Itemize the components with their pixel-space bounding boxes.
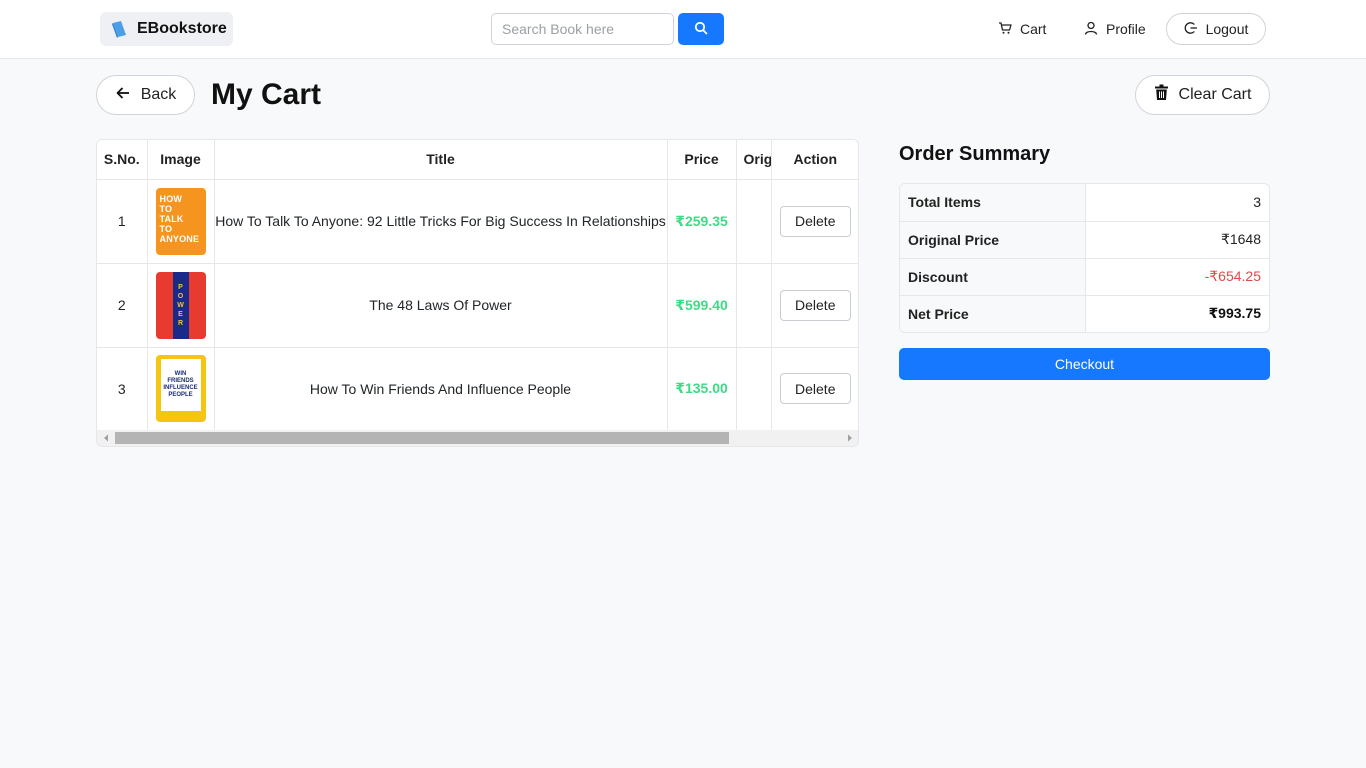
column-header-sno: S.No. — [97, 140, 148, 180]
checkout-button[interactable]: Checkout — [899, 348, 1270, 380]
user-icon — [1084, 21, 1098, 38]
logout-button[interactable]: Logout — [1166, 13, 1266, 45]
row-sno: 3 — [97, 347, 148, 430]
cart-table-container: S.No. Image Title Price Orig Action 1 HO… — [96, 139, 859, 447]
nav-profile-link[interactable]: Profile — [1084, 14, 1146, 44]
row-original-price — [736, 179, 772, 264]
search-button[interactable] — [678, 13, 724, 45]
table-header-row: S.No. Image Title Price Orig Action — [97, 140, 858, 180]
scroll-left-arrow-icon[interactable] — [99, 430, 113, 446]
logout-label: Logout — [1205, 21, 1249, 37]
nav-cart-label: Cart — [1020, 21, 1047, 37]
back-button[interactable]: Back — [96, 75, 195, 115]
brand-name: EBookstore — [137, 20, 227, 37]
summary-row: Original Price ₹1648 — [900, 221, 1269, 259]
search-icon — [694, 21, 708, 38]
row-sno: 2 — [97, 263, 148, 348]
summary-label: Net Price — [900, 295, 1086, 332]
nav-cart-link[interactable]: Cart — [998, 14, 1046, 44]
summary-value-net-price: ₹993.75 — [1208, 305, 1261, 322]
navbar: EBookstore Cart Profile Logout — [0, 0, 1366, 59]
scrollbar-thumb[interactable] — [115, 432, 729, 444]
column-header-price: Price — [667, 140, 737, 180]
clear-cart-button[interactable]: Clear Cart — [1135, 75, 1270, 115]
column-header-action: Action — [771, 140, 858, 180]
arrow-left-icon — [115, 85, 131, 106]
summary-label: Discount — [900, 258, 1086, 296]
book-cover-image: P O W E R — [155, 271, 206, 339]
row-price: ₹259.35 — [667, 179, 737, 264]
clear-cart-label: Clear Cart — [1178, 86, 1252, 103]
summary-label: Total Items — [900, 184, 1086, 222]
column-header-image: Image — [147, 140, 215, 180]
summary-row: Total Items 3 — [900, 184, 1269, 222]
table-row: 2 P O W E R The 48 Laws Of Power ₹599.40 — [97, 263, 858, 348]
cart-table: S.No. Image Title Price Orig Action 1 HO… — [97, 140, 858, 430]
logout-icon — [1184, 21, 1198, 38]
trash-icon — [1154, 84, 1169, 106]
row-title: How To Win Friends And Influence People — [214, 347, 668, 430]
horizontal-scrollbar[interactable] — [97, 430, 858, 446]
row-original-price — [736, 263, 772, 348]
row-price: ₹599.40 — [667, 263, 737, 348]
delete-button[interactable]: Delete — [779, 373, 851, 405]
column-header-original: Orig — [736, 140, 772, 180]
search-input[interactable] — [491, 13, 674, 45]
delete-button[interactable]: Delete — [779, 289, 851, 321]
book-icon — [110, 20, 129, 39]
book-cover-image: HOW TO TALK TO ANYONE — [155, 187, 206, 255]
summary-row: Net Price ₹993.75 — [900, 295, 1269, 332]
column-header-title: Title — [214, 140, 668, 180]
summary-value-original-price: ₹1648 — [1085, 221, 1269, 259]
row-price: ₹135.00 — [667, 347, 737, 430]
brand-logo[interactable]: EBookstore — [100, 12, 233, 46]
book-cover-image: WIN FRIENDS INFLUENCE PEOPLE — [155, 355, 206, 423]
order-summary-table: Total Items 3 Original Price ₹1648 Disco… — [899, 183, 1270, 333]
page-title: My Cart — [211, 78, 322, 111]
table-row: 1 HOW TO TALK TO ANYONE How To Talk To A… — [97, 179, 858, 264]
nav-profile-label: Profile — [1106, 21, 1146, 37]
row-sno: 1 — [97, 179, 148, 264]
cart-icon — [998, 21, 1012, 38]
summary-value-discount: -₹654.25 — [1085, 258, 1269, 296]
summary-row: Discount -₹654.25 — [900, 258, 1269, 296]
row-title: The 48 Laws Of Power — [214, 263, 668, 348]
delete-button[interactable]: Delete — [779, 205, 851, 237]
back-label: Back — [140, 86, 177, 103]
summary-value-total-items: 3 — [1085, 184, 1269, 222]
scroll-right-arrow-icon[interactable] — [843, 430, 857, 446]
summary-label: Original Price — [900, 221, 1086, 259]
table-row: 3 WIN FRIENDS INFLUENCE PEOPLE How To Wi… — [97, 347, 858, 430]
row-title: How To Talk To Anyone: 92 Little Tricks … — [214, 179, 668, 264]
order-summary-title: Order Summary — [899, 143, 1051, 165]
row-original-price — [736, 347, 772, 430]
